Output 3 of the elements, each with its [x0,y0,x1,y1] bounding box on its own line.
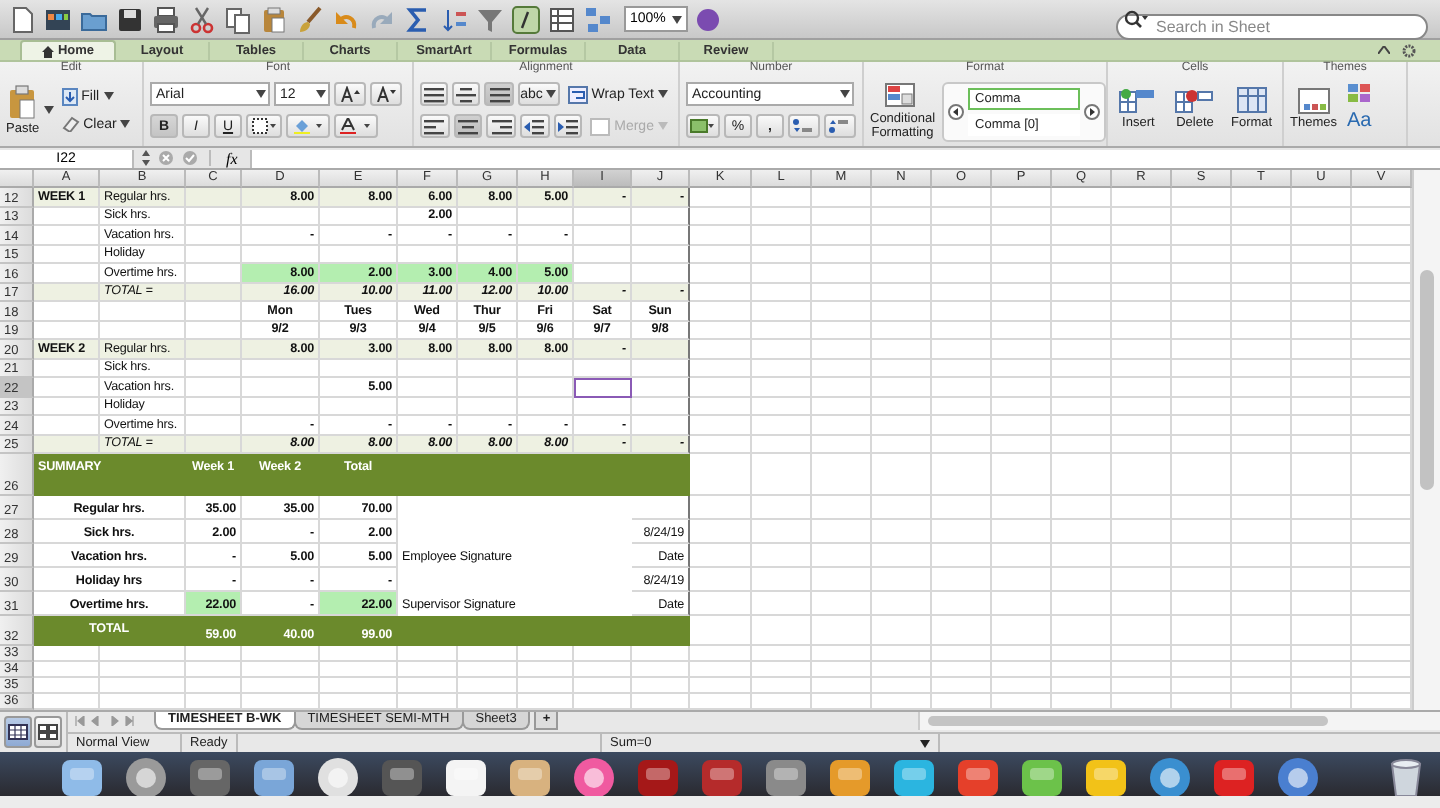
search-field[interactable]: Search in Sheet [1116,14,1428,40]
insert-function-button[interactable]: fx [222,149,242,167]
theme-fonts-button[interactable]: Aa [1342,108,1376,132]
